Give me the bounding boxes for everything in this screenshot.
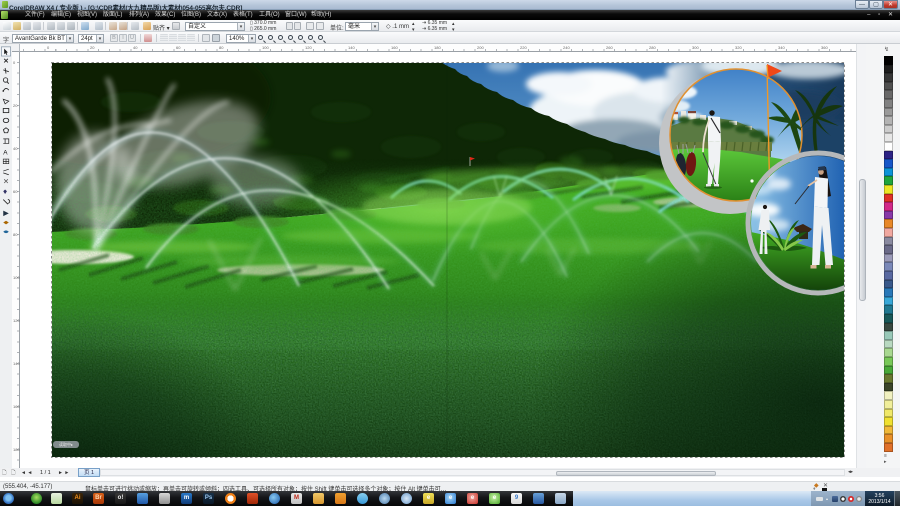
svg-text:A: A (3, 149, 8, 156)
